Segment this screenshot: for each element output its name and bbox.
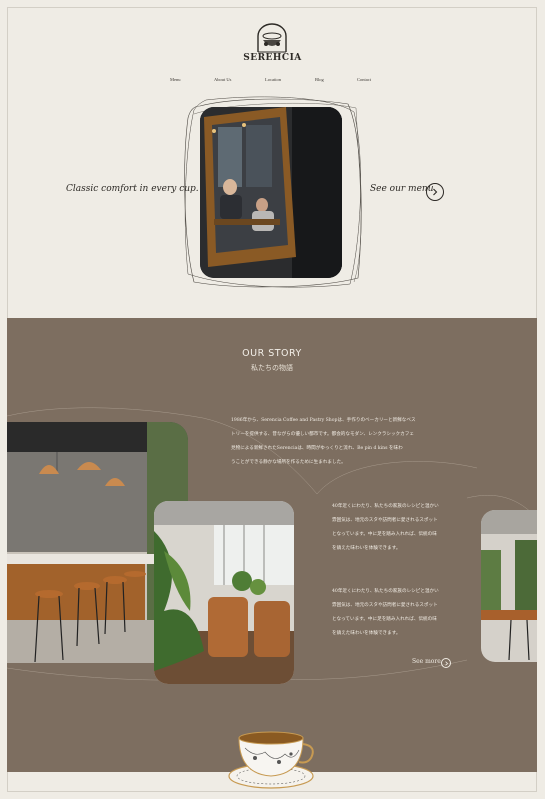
nav-item-blog[interactable]: Blog [315,77,324,82]
story-subtitle: 私たちの物語 [251,364,293,372]
hero-image [200,107,342,278]
hero-tagline: Classic comfort in every cup. [66,184,199,194]
brand-name: SEREHCIA [243,53,302,63]
see-more-button[interactable] [441,658,451,668]
cafe-side-photo [481,510,537,662]
story-paragraph-3: 40年近くにわたり、私たちの家族のレシピと温かい 雰囲気は、地元のスタや訪問者に… [332,589,439,636]
nav-item-menu[interactable]: Menu [170,77,181,82]
see-menu-link[interactable]: See our menu [370,184,434,194]
chevron-right-icon [444,660,448,666]
teacup-illustration [228,731,314,789]
cafe-plants-photo [154,501,294,684]
nav-item-location[interactable]: Location [265,77,281,82]
nav-item-contact[interactable]: Contact [357,77,371,82]
see-more-link[interactable]: See more [412,658,441,665]
hero-photo-illustration [200,107,342,278]
story-paragraph-2: 40年近くにわたり、私たちの家族のレシピと温かい 雰囲気は、地元のスタや訪問者に… [332,504,439,551]
nav-item-about[interactable]: About Us [214,77,231,82]
chevron-right-icon [433,188,438,196]
story-paragraph-1: 1986年から、Serencia Coffee and Pastry Shopは… [231,418,416,465]
main-nav: Menu About Us Location Blog Contact [0,77,545,87]
see-menu-button[interactable] [426,183,444,201]
our-story-section: OUR STORY 私たちの物語 1986年から、Serencia Coffee… [7,318,537,772]
story-title: OUR STORY [242,348,302,359]
